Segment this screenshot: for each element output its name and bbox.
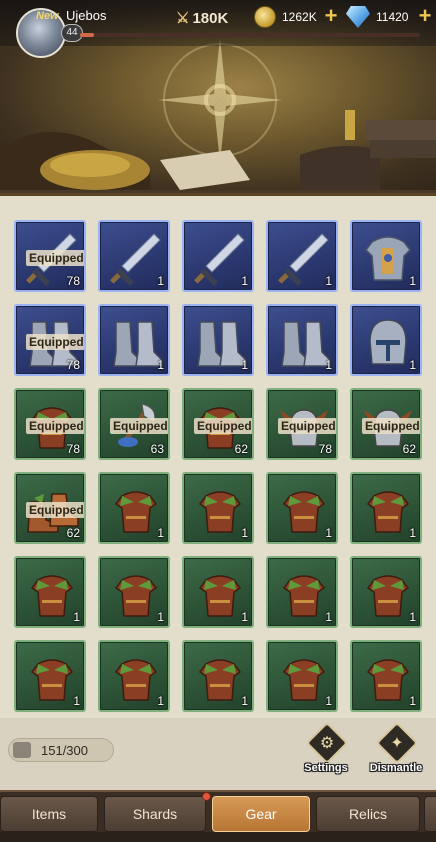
gear-slot[interactable]: 1 [98, 304, 170, 376]
gear-slot[interactable]: Equipped 78 [14, 304, 86, 376]
treasure-scene-art [0, 110, 436, 193]
gear-slot[interactable]: 1 [266, 304, 338, 376]
item-level: 78 [318, 442, 332, 456]
item-level: 1 [325, 694, 332, 708]
gear-inventory-panel: Equipped 78 1 1 1 1 Equipped 78 1 1 1 1 Equipped 78 Eq… [0, 196, 436, 718]
xp-bar-fill [80, 33, 94, 37]
gear-slot[interactable]: 1 [98, 640, 170, 712]
combat-power: ⚔ 180K [176, 9, 228, 27]
gear-slot[interactable]: Equipped 78 [14, 388, 86, 460]
gear-slot[interactable]: Equipped 62 [182, 388, 254, 460]
item-level: 1 [409, 694, 416, 708]
gear-slot[interactable]: 1 [14, 640, 86, 712]
gear-slot[interactable]: 1 [350, 556, 422, 628]
dismantle-label: Dismantle [369, 762, 423, 774]
item-level: 1 [241, 610, 248, 624]
gear-slot[interactable]: Equipped 63 [98, 388, 170, 460]
item-level: 1 [241, 526, 248, 540]
item-level: 1 [325, 358, 332, 372]
gear-slot[interactable]: 1 [266, 220, 338, 292]
equipped-label: Equipped [26, 250, 84, 266]
item-level: 1 [73, 694, 80, 708]
item-level: 1 [73, 610, 80, 624]
add-gems-button[interactable]: + [416, 5, 434, 27]
gold-coin-icon [254, 6, 276, 28]
equipped-label: Equipped [278, 418, 336, 434]
crossed-swords-icon: ⚔ [176, 10, 190, 27]
tab-gear[interactable]: Gear [212, 796, 310, 832]
gear-slot[interactable]: 1 [98, 472, 170, 544]
settings-button[interactable]: ⚙ Settings [296, 721, 356, 782]
gear-slot[interactable]: Equipped 62 [350, 388, 422, 460]
gear-slot[interactable]: 1 [266, 472, 338, 544]
item-level: 1 [157, 694, 164, 708]
gear-slot[interactable]: Equipped 62 [14, 472, 86, 544]
notification-dot [202, 792, 211, 801]
xp-bar [80, 33, 420, 37]
item-level: 62 [234, 442, 248, 456]
equipped-label: Equipped [362, 418, 420, 434]
gear-slot[interactable]: 1 [182, 220, 254, 292]
item-level: 1 [157, 610, 164, 624]
item-level: 78 [66, 358, 80, 372]
gear-slot[interactable]: Equipped 78 [266, 388, 338, 460]
gem-value: 11420 [376, 10, 409, 24]
equipped-label: Equipped [26, 418, 84, 434]
item-level: 1 [241, 274, 248, 288]
gear-slot[interactable]: 1 [98, 556, 170, 628]
item-level: 1 [325, 610, 332, 624]
tab-shards[interactable]: Shards [104, 796, 206, 832]
gear-slot[interactable]: 1 [182, 556, 254, 628]
new-tag: New [36, 10, 59, 22]
item-level: 1 [157, 274, 164, 288]
item-level: 1 [157, 358, 164, 372]
equipped-label: Equipped [110, 418, 168, 434]
bag-icon [13, 742, 31, 758]
item-level: 78 [66, 274, 80, 288]
tab-items[interactable]: Items [0, 796, 98, 832]
tab-more[interactable] [424, 796, 436, 832]
dismantle-button[interactable]: ✦ Dismantle [366, 721, 426, 782]
settings-label: Settings [304, 762, 348, 774]
item-level: 1 [241, 694, 248, 708]
gear-slot[interactable]: 1 [350, 640, 422, 712]
item-level: 62 [402, 442, 416, 456]
add-gold-button[interactable]: + [322, 5, 340, 27]
gear-slot[interactable]: Equipped 78 [14, 220, 86, 292]
gear-slot[interactable]: 1 [98, 220, 170, 292]
bottom-strip [0, 832, 436, 842]
item-level: 78 [66, 442, 80, 456]
gold-value: 1262K [282, 10, 317, 24]
item-level: 1 [325, 274, 332, 288]
dismantle-icon: ✦ [390, 735, 404, 752]
equipped-label: Equipped [26, 502, 84, 518]
gear-slot[interactable]: 1 [182, 472, 254, 544]
player-name: Ujebos [66, 8, 107, 23]
equipped-label: Equipped [194, 418, 252, 434]
gear-slot[interactable]: 1 [14, 556, 86, 628]
item-level: 1 [409, 274, 416, 288]
item-level: 63 [150, 442, 164, 456]
capacity-text: 151/300 [41, 743, 88, 758]
gear-slot[interactable]: 1 [350, 220, 422, 292]
bag-capacity: 151/300 [8, 738, 114, 762]
item-level: 1 [157, 526, 164, 540]
item-level: 1 [241, 358, 248, 372]
gear-slot[interactable]: 1 [182, 640, 254, 712]
gear-slot[interactable]: 1 [266, 640, 338, 712]
power-value: 180K [192, 10, 229, 27]
gear-slot[interactable]: 1 [182, 304, 254, 376]
item-level: 62 [66, 526, 80, 540]
item-level: 1 [409, 526, 416, 540]
tab-relics[interactable]: Relics [316, 796, 420, 832]
gear-slot[interactable]: 1 [350, 304, 422, 376]
item-level: 1 [409, 610, 416, 624]
gear-icon: ⚙ [319, 735, 335, 752]
gear-slot[interactable]: 1 [350, 472, 422, 544]
equipped-label: Equipped [26, 334, 84, 350]
item-level: 1 [325, 526, 332, 540]
gear-slot[interactable]: 1 [266, 556, 338, 628]
item-level: 1 [409, 358, 416, 372]
